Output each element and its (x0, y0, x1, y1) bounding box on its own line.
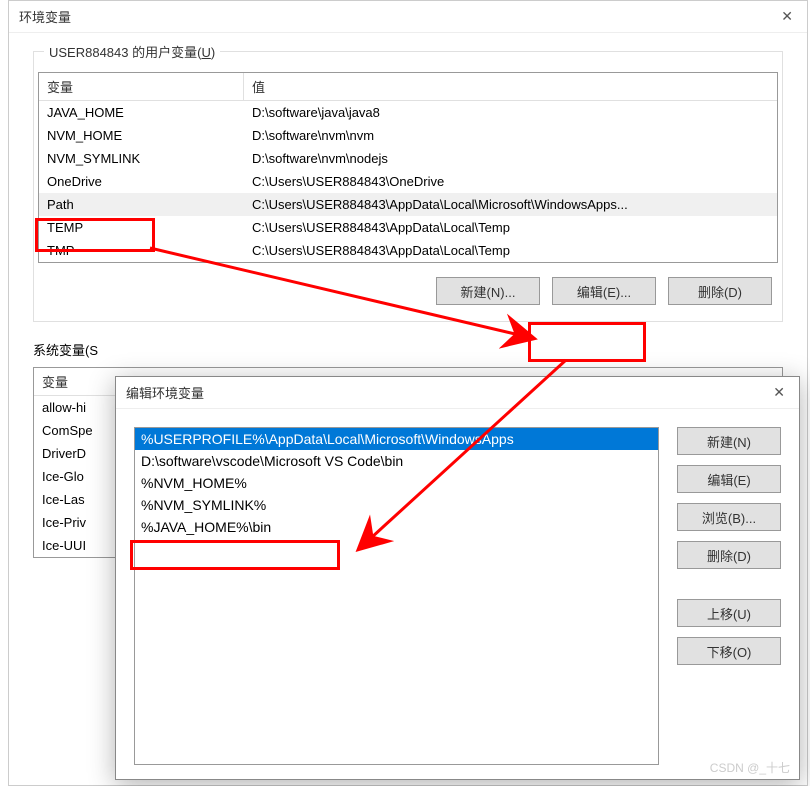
edit-button[interactable]: 编辑(E) (677, 465, 781, 493)
titlebar: 环境变量 ✕ (9, 1, 807, 33)
table-row[interactable]: NVM_SYMLINKD:\software\nvm\nodejs (39, 147, 777, 170)
table-row[interactable]: OneDriveC:\Users\USER884843\OneDrive (39, 170, 777, 193)
spacer (677, 579, 781, 589)
close-icon[interactable]: ✕ (777, 8, 797, 25)
dialog-titlebar: 编辑环境变量 ✕ (116, 377, 799, 409)
delete-button[interactable]: 删除(D) (677, 541, 781, 569)
path-item-java[interactable]: %JAVA_HOME%\bin (135, 516, 658, 538)
watermark: CSDN @_十七 (710, 759, 790, 776)
move-up-button[interactable]: 上移(U) (677, 599, 781, 627)
user-vars-buttons: 新建(N)... 编辑(E)... 删除(D) (34, 263, 782, 309)
user-vars-title: USER884843 的用户变量(U) (44, 42, 220, 61)
table-row-path[interactable]: PathC:\Users\USER884843\AppData\Local\Mi… (39, 193, 777, 216)
table-header: 变量 值 (39, 73, 777, 101)
move-down-button[interactable]: 下移(O) (677, 637, 781, 665)
dialog-button-column: 新建(N) 编辑(E) 浏览(B)... 删除(D) 上移(U) 下移(O) (677, 427, 781, 765)
edit-env-var-dialog: 编辑环境变量 ✕ %USERPROFILE%\AppData\Local\Mic… (115, 376, 800, 780)
new-button[interactable]: 新建(N)... (436, 277, 540, 305)
path-list[interactable]: %USERPROFILE%\AppData\Local\Microsoft\Wi… (134, 427, 659, 765)
dialog-body: %USERPROFILE%\AppData\Local\Microsoft\Wi… (116, 409, 799, 783)
col-value[interactable]: 值 (244, 73, 777, 100)
edit-button[interactable]: 编辑(E)... (552, 277, 656, 305)
path-item[interactable]: %USERPROFILE%\AppData\Local\Microsoft\Wi… (135, 428, 658, 450)
col-variable[interactable]: 变量 (39, 73, 244, 100)
user-vars-group: USER884843 的用户变量(U) 变量 值 JAVA_HOMED:\sof… (33, 51, 783, 322)
table-row[interactable]: JAVA_HOMED:\software\java\java8 (39, 101, 777, 124)
path-item[interactable]: %NVM_HOME% (135, 472, 658, 494)
table-body: JAVA_HOMED:\software\java\java8 NVM_HOME… (39, 101, 777, 262)
new-button[interactable]: 新建(N) (677, 427, 781, 455)
table-row[interactable]: NVM_HOMED:\software\nvm\nvm (39, 124, 777, 147)
browse-button[interactable]: 浏览(B)... (677, 503, 781, 531)
dialog-title: 编辑环境变量 (126, 383, 204, 402)
window-title: 环境变量 (19, 7, 71, 26)
path-item[interactable]: D:\software\vscode\Microsoft VS Code\bin (135, 450, 658, 472)
close-icon[interactable]: ✕ (769, 384, 789, 401)
user-vars-table: 变量 值 JAVA_HOMED:\software\java\java8 NVM… (38, 72, 778, 263)
table-row[interactable]: TMPC:\Users\USER884843\AppData\Local\Tem… (39, 239, 777, 262)
delete-button[interactable]: 删除(D) (668, 277, 772, 305)
system-vars-title: 系统变量(S (33, 340, 783, 359)
path-item[interactable]: %NVM_SYMLINK% (135, 494, 658, 516)
table-row[interactable]: TEMPC:\Users\USER884843\AppData\Local\Te… (39, 216, 777, 239)
